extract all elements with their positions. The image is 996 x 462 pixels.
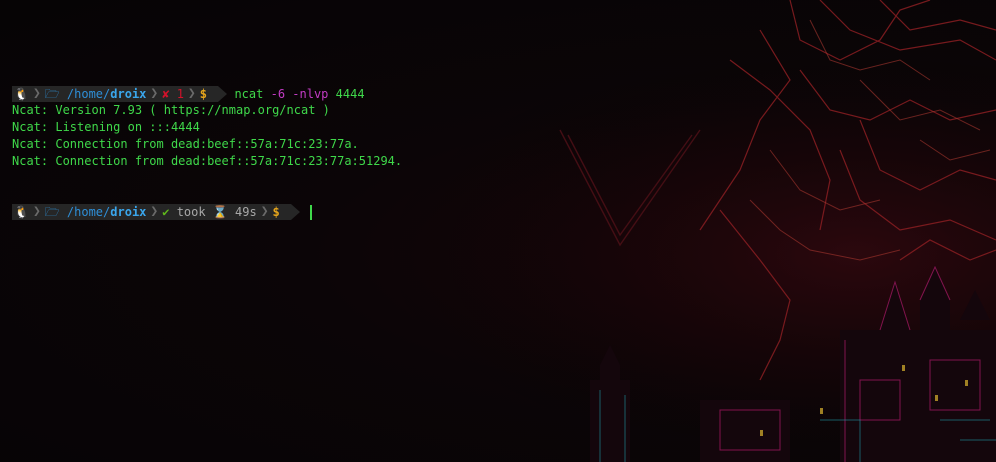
- segment-separator-icon: ❯: [150, 86, 159, 101]
- segment-separator-icon: ❯: [32, 86, 41, 101]
- output-line: Ncat: Version 7.93 ( https://nmap.org/nc…: [12, 103, 330, 117]
- prompt-segment: 🐧 ❯ 🗁 /home/droix ❯ ✘ 1 ❯ $: [12, 86, 219, 102]
- command-program: ncat: [234, 86, 264, 101]
- hourglass-icon: ⌛: [212, 205, 228, 219]
- path-current-dir: droix: [110, 87, 147, 101]
- path-prefix: /home/: [66, 205, 111, 219]
- terminal-window[interactable]: 🐧 ❯ 🗁 /home/droix ❯ ✘ 1 ❯ $ ncat -6 -nlv…: [0, 0, 996, 462]
- command-flag: -nlvp: [292, 86, 329, 101]
- output-line: Ncat: Listening on :::4444: [12, 120, 200, 134]
- prompt-line-1: 🐧 ❯ 🗁 /home/droix ❯ ✘ 1 ❯ $ ncat -6 -nlv…: [12, 86, 996, 102]
- linux-tux-icon: 🐧: [14, 205, 29, 219]
- segment-separator-icon: ❯: [32, 204, 41, 219]
- dollar-prompt-symbol: $: [272, 205, 280, 219]
- success-check-icon: ✔: [162, 205, 170, 219]
- linux-tux-icon: 🐧: [14, 87, 29, 101]
- segment-separator-icon: ❯: [187, 86, 196, 101]
- powerline-arrow-icon: [218, 86, 228, 102]
- command-flag: -6: [270, 86, 286, 101]
- duration: 49s: [235, 205, 257, 219]
- took-label: took: [176, 205, 206, 219]
- path-prefix: /home/: [66, 87, 111, 101]
- terminal-content[interactable]: 🐧 ❯ 🗁 /home/droix ❯ ✘ 1 ❯ $ ncat -6 -nlv…: [12, 86, 996, 220]
- command-line[interactable]: ncat -6 -nlvp 4444: [234, 86, 364, 103]
- prompt-line-2[interactable]: 🐧 ❯ 🗁 /home/droix ❯ ✔ took ⌛ 49s ❯ $: [12, 204, 996, 220]
- output-line: Ncat: Connection from dead:beef::57a:71c…: [12, 154, 403, 168]
- blank-space: [12, 170, 996, 204]
- path-current-dir: droix: [110, 205, 147, 219]
- command-port-arg: 4444: [335, 86, 365, 101]
- error-cross-icon: ✘: [162, 87, 170, 101]
- segment-separator-icon: ❯: [260, 204, 269, 219]
- folder-icon: 🗁: [44, 87, 60, 101]
- folder-icon: 🗁: [44, 205, 60, 219]
- dollar-prompt-symbol: $: [199, 87, 207, 101]
- text-cursor[interactable]: [310, 204, 312, 220]
- segment-separator-icon: ❯: [150, 204, 159, 219]
- powerline-arrow-icon: [291, 204, 300, 220]
- exit-code: 1: [176, 87, 184, 101]
- output-line: Ncat: Connection from dead:beef::57a:71c…: [12, 137, 359, 151]
- wallpaper-background: [0, 0, 996, 462]
- prompt-segment: 🐧 ❯ 🗁 /home/droix ❯ ✔ took ⌛ 49s ❯ $: [12, 204, 291, 220]
